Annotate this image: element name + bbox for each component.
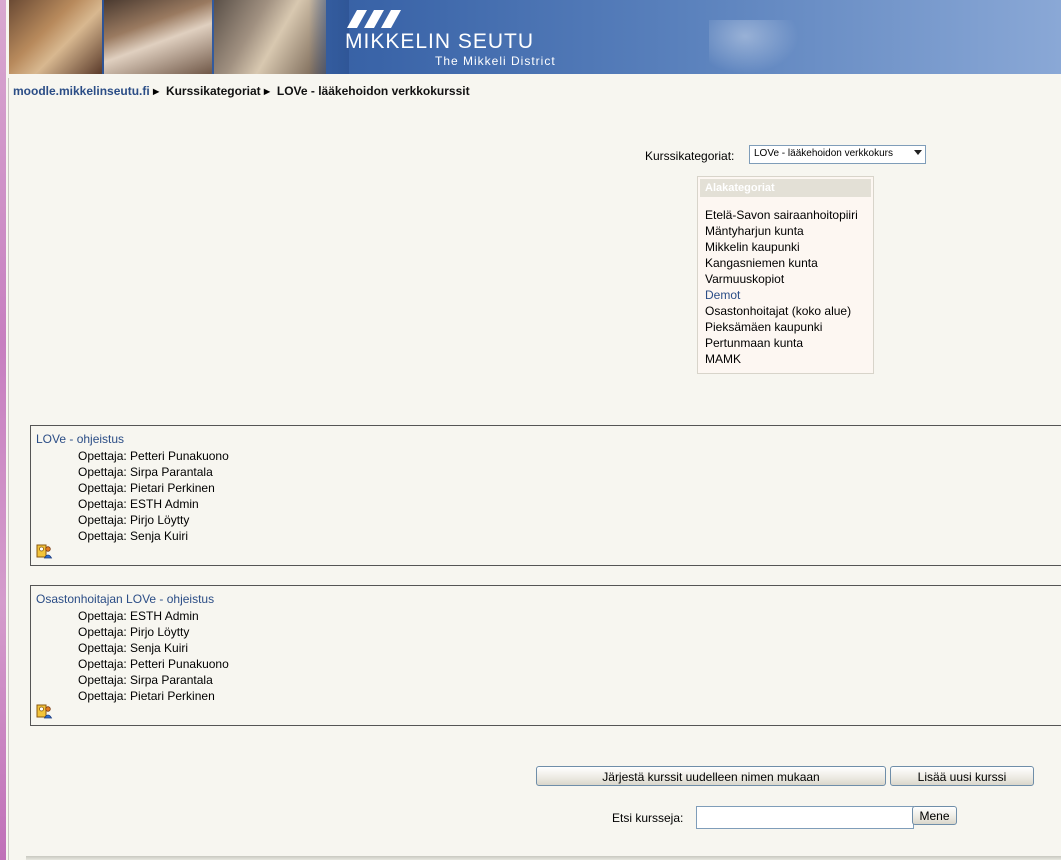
course-teachers: Opettaja: Petteri Punakuono Opettaja: Si… <box>78 448 229 544</box>
site-header-banner: MIKKELIN SEUTU The Mikkeli District <box>9 0 1061 74</box>
teacher-item: Opettaja: Sirpa Parantala <box>78 673 213 687</box>
course-box: LOVe - ohjeistus Opettaja: Petteri Punak… <box>30 425 1061 566</box>
breadcrumb-separator-icon: ► <box>150 86 162 98</box>
header-photo-students-2 <box>104 0 212 74</box>
breadcrumb-separator-icon: ► <box>261 86 273 98</box>
category-select-value: LOVe - lääkehoidon verkkokurs <box>754 148 893 159</box>
teacher-item: Opettaja: Senja Kuiri <box>78 641 189 655</box>
header-photo-students-1 <box>9 0 102 74</box>
teacher-item: Opettaja: Pirjo Löytty <box>78 513 190 527</box>
brand-title: MIKKELIN SEUTU <box>345 30 535 53</box>
course-title-link[interactable]: Osastonhoitajan LOVe - ohjeistus <box>36 592 214 606</box>
guest-access-icon[interactable] <box>36 703 53 719</box>
subcategory-item[interactable]: Demot <box>705 287 858 303</box>
teacher-item: Opettaja: Pietari Perkinen <box>78 689 215 703</box>
page-left-border <box>8 78 9 860</box>
header-photo-fade <box>309 0 349 74</box>
teacher-item: Opettaja: Pirjo Löytty <box>78 625 190 639</box>
teacher-item: Opettaja: Petteri Punakuono <box>78 657 229 671</box>
subcategory-item[interactable]: Etelä-Savon sairaanhoitopiiri <box>705 207 858 223</box>
teacher-item: Opettaja: Sirpa Parantala <box>78 465 213 479</box>
breadcrumb-home-link[interactable]: moodle.mikkelinseutu.fi <box>13 84 150 98</box>
search-go-button[interactable]: Mene <box>912 806 957 825</box>
guest-access-icon[interactable] <box>36 543 53 559</box>
breadcrumb: moodle.mikkelinseutu.fi► Kurssikategoria… <box>13 84 470 98</box>
search-label: Etsi kursseja: <box>612 811 684 825</box>
window-left-edge <box>0 0 6 860</box>
teacher-item: Opettaja: Pietari Perkinen <box>78 481 215 495</box>
subcategory-list: Etelä-Savon sairaanhoitopiiri Mäntyharju… <box>705 207 858 367</box>
subcategory-item[interactable]: Pieksämäen kaupunki <box>705 319 858 335</box>
subcategories-title: Alakategoriat <box>700 179 871 197</box>
teacher-item: Opettaja: Senja Kuiri <box>78 529 189 543</box>
subcategory-item[interactable]: Osastonhoitajat (koko alue) <box>705 303 858 319</box>
category-select[interactable]: LOVe - lääkehoidon verkkokurs <box>749 145 926 164</box>
subcategories-panel: Alakategoriat Etelä-Savon sairaanhoitopi… <box>697 176 874 374</box>
subcategory-item[interactable]: Pertunmaan kunta <box>705 335 858 351</box>
mikkeli-logo-icon <box>347 10 401 28</box>
teacher-item: Opettaja: ESTH Admin <box>78 497 199 511</box>
subcategory-item[interactable]: Mäntyharjun kunta <box>705 223 858 239</box>
horizontal-scrollbar[interactable] <box>26 856 1061 860</box>
breadcrumb-item-current: LOVe - lääkehoidon verkkokurssit <box>276 84 470 98</box>
sort-courses-button[interactable]: Järjestä kurssit uudelleen nimen mukaan <box>536 766 886 786</box>
teacher-item: Opettaja: Petteri Punakuono <box>78 449 229 463</box>
course-teachers: Opettaja: ESTH Admin Opettaja: Pirjo Löy… <box>78 608 229 704</box>
course-box: Osastonhoitajan LOVe - ohjeistus Opettaj… <box>30 585 1061 726</box>
course-search-input[interactable] <box>696 806 914 829</box>
subcategory-item[interactable]: Varmuuskopiot <box>705 271 858 287</box>
subcategory-item[interactable]: Kangasniemen kunta <box>705 255 858 271</box>
subcategory-item[interactable]: MAMK <box>705 351 858 367</box>
category-selector-label: Kurssikategoriat: <box>645 149 735 163</box>
chevron-down-icon <box>914 150 922 155</box>
teacher-item: Opettaja: ESTH Admin <box>78 609 199 623</box>
course-title-link[interactable]: LOVe - ohjeistus <box>36 432 124 446</box>
subcategory-item[interactable]: Mikkelin kaupunki <box>705 239 858 255</box>
breadcrumb-item-categories[interactable]: Kurssikategoriat <box>166 84 261 98</box>
brand-subtitle: The Mikkeli District <box>435 54 556 68</box>
header-background-figure <box>709 20 799 74</box>
add-course-button[interactable]: Lisää uusi kurssi <box>890 766 1034 786</box>
